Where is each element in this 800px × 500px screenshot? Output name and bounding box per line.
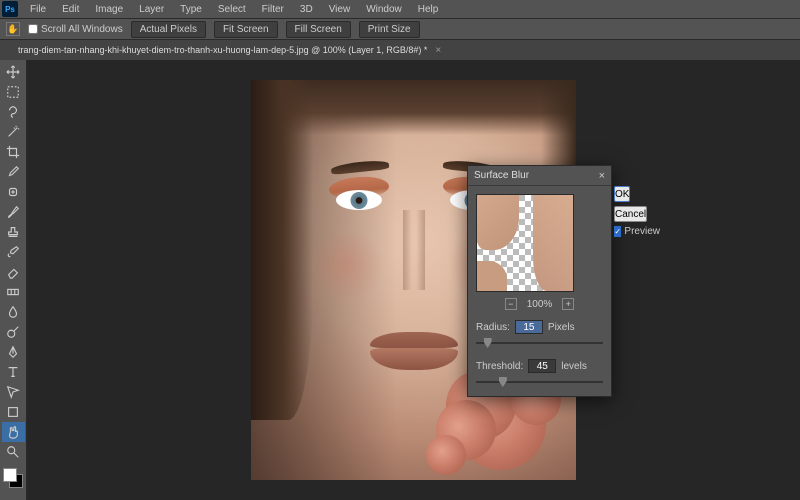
marquee-tool[interactable] — [2, 82, 25, 102]
app-logo: Ps — [2, 1, 18, 17]
threshold-input[interactable] — [528, 359, 556, 373]
menu-layer[interactable]: Layer — [131, 4, 172, 15]
surface-blur-dialog: OK Cancel ✓Preview Surface Blur × − 100%… — [467, 165, 612, 397]
menu-file[interactable]: File — [22, 4, 54, 15]
blur-tool[interactable] — [2, 302, 25, 322]
type-tool[interactable] — [2, 362, 25, 382]
menu-type[interactable]: Type — [172, 4, 210, 15]
menu-view[interactable]: View — [321, 4, 359, 15]
menu-window[interactable]: Window — [358, 4, 410, 15]
document-tab[interactable]: trang-diem-tan-nhang-khi-khuyet-diem-tro… — [0, 40, 800, 60]
foreground-color[interactable] — [3, 468, 17, 482]
toolbox — [0, 60, 27, 500]
document-title: trang-diem-tan-nhang-khi-khuyet-diem-tro… — [18, 45, 427, 55]
eyedropper-tool[interactable] — [2, 162, 25, 182]
move-tool[interactable] — [2, 62, 25, 82]
zoom-tool[interactable] — [2, 442, 25, 462]
menu-filter[interactable]: Filter — [254, 4, 292, 15]
hand-tool[interactable] — [2, 422, 25, 442]
threshold-slider[interactable] — [476, 376, 603, 388]
preview-checkbox[interactable]: ✓Preview — [614, 226, 660, 237]
dialog-title: Surface Blur — [474, 170, 529, 181]
zoom-in-button[interactable]: + — [562, 298, 574, 310]
menu-3d[interactable]: 3D — [292, 4, 321, 15]
scroll-all-checkbox[interactable]: Scroll All Windows — [28, 24, 123, 35]
zoom-level: 100% — [527, 299, 553, 310]
path-tool[interactable] — [2, 382, 25, 402]
menu-image[interactable]: Image — [87, 4, 131, 15]
canvas[interactable]: OK Cancel ✓Preview Surface Blur × − 100%… — [27, 60, 800, 500]
print-size-button[interactable]: Print Size — [359, 21, 420, 38]
blur-preview[interactable] — [476, 194, 574, 292]
dialog-close-icon[interactable]: × — [599, 170, 605, 182]
menu-bar: Ps File Edit Image Layer Type Select Fil… — [0, 0, 800, 18]
workspace: OK Cancel ✓Preview Surface Blur × − 100%… — [0, 60, 800, 500]
radius-slider[interactable] — [476, 337, 603, 349]
options-bar: ✋ Scroll All Windows Actual Pixels Fit S… — [0, 18, 800, 40]
menu-select[interactable]: Select — [210, 4, 254, 15]
radius-label: Radius: — [476, 322, 510, 333]
wand-tool[interactable] — [2, 122, 25, 142]
eraser-tool[interactable] — [2, 262, 25, 282]
document-close-icon[interactable]: × — [435, 45, 441, 56]
lasso-tool[interactable] — [2, 102, 25, 122]
fit-screen-button[interactable]: Fit Screen — [214, 21, 278, 38]
zoom-out-button[interactable]: − — [505, 298, 517, 310]
threshold-unit: levels — [561, 361, 587, 372]
menu-edit[interactable]: Edit — [54, 4, 87, 15]
threshold-label: Threshold: — [476, 361, 523, 372]
pen-tool[interactable] — [2, 342, 25, 362]
brush-tool[interactable] — [2, 202, 25, 222]
gradient-tool[interactable] — [2, 282, 25, 302]
crop-tool[interactable] — [2, 142, 25, 162]
hand-tool-icon[interactable]: ✋ — [6, 22, 20, 36]
ok-button[interactable]: OK — [614, 186, 630, 202]
stamp-tool[interactable] — [2, 222, 25, 242]
dialog-titlebar[interactable]: Surface Blur × — [468, 166, 611, 186]
color-swatches[interactable] — [3, 468, 23, 488]
radius-input[interactable] — [515, 320, 543, 334]
check-icon: ✓ — [614, 226, 621, 237]
history-brush-tool[interactable] — [2, 242, 25, 262]
radius-unit: Pixels — [548, 322, 575, 333]
cancel-button[interactable]: Cancel — [614, 206, 647, 222]
shape-tool[interactable] — [2, 402, 25, 422]
dodge-tool[interactable] — [2, 322, 25, 342]
actual-pixels-button[interactable]: Actual Pixels — [131, 21, 206, 38]
menu-help[interactable]: Help — [410, 4, 447, 15]
fill-screen-button[interactable]: Fill Screen — [286, 21, 351, 38]
healing-tool[interactable] — [2, 182, 25, 202]
